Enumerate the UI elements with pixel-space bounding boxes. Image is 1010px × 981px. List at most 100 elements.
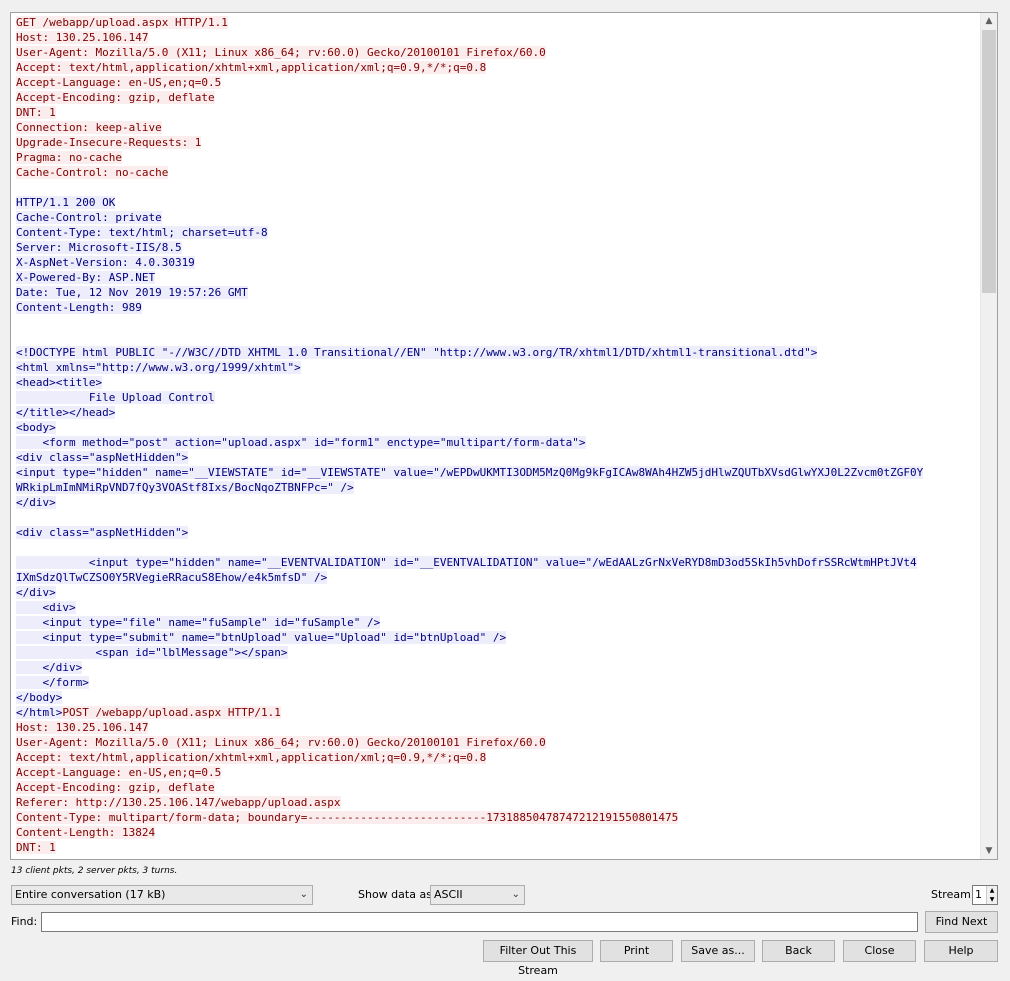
- stream-line: [16, 510, 978, 525]
- spin-up-icon[interactable]: ▲: [986, 886, 997, 895]
- stream-line-text: <span id="lblMessage"></span>: [16, 646, 288, 659]
- stream-line-text: Upgrade-Insecure-Requests: 1: [16, 136, 202, 149]
- scroll-down-icon[interactable]: ▼: [981, 843, 997, 859]
- stream-number-value: 1: [975, 888, 982, 901]
- stream-line: Referer: http://130.25.106.147/webapp/up…: [16, 795, 978, 810]
- stream-line: Upgrade-Insecure-Requests: 1: [16, 135, 978, 150]
- stream-line-server-part: </html>: [16, 706, 63, 719]
- conversation-select[interactable]: Entire conversation (17 kB) ⌄: [11, 885, 313, 905]
- stream-line: </title></head>: [16, 405, 978, 420]
- find-next-button[interactable]: Find Next: [925, 911, 998, 933]
- print-button[interactable]: Print: [600, 940, 673, 962]
- chevron-down-icon: ⌄: [299, 889, 308, 900]
- scroll-up-icon[interactable]: ▲: [981, 13, 997, 29]
- stream-line: WRkipLmImNMiRpVND7fQy3VOAStf8Ixs/BocNqoZ…: [16, 480, 978, 495]
- stream-line: Accept-Encoding: gzip, deflate: [16, 780, 978, 795]
- find-input[interactable]: [41, 912, 918, 932]
- stream-line-text: <input type="hidden" name="__VIEWSTATE" …: [16, 466, 924, 479]
- stream-line-text: File Upload Control: [16, 391, 215, 404]
- stream-line-text: </div>: [16, 586, 56, 599]
- chevron-down-icon: ⌄: [511, 889, 520, 900]
- stream-line: Accept-Encoding: gzip, deflate: [16, 90, 978, 105]
- stream-line-text: </body>: [16, 691, 63, 704]
- stream-line-text: WRkipLmImNMiRpVND7fQy3VOAStf8Ixs/BocNqoZ…: [16, 481, 354, 494]
- stream-line: Content-Type: text/html; charset=utf-8: [16, 225, 978, 240]
- save-as-button[interactable]: Save as...: [681, 940, 755, 962]
- stream-line-text: Server: Microsoft-IIS/8.5: [16, 241, 182, 254]
- stream-line-text: <body>: [16, 421, 56, 434]
- stream-content-pane[interactable]: GET /webapp/upload.aspx HTTP/1.1 Host: 13…: [10, 12, 998, 860]
- stream-line-text: HTTP/1.1 200 OK: [16, 196, 116, 209]
- stream-line-text: User-Agent: Mozilla/5.0 (X11; Linux x86_…: [16, 736, 546, 749]
- stream-line-text: Referer: http://130.25.106.147/webapp/up…: [16, 796, 341, 809]
- stream-line: Cache-Control: private: [16, 210, 978, 225]
- back-button[interactable]: Back: [762, 940, 835, 962]
- stream-line-text: <div class="aspNetHidden">: [16, 451, 189, 464]
- stream-line: Content-Type: multipart/form-data; bound…: [16, 810, 978, 825]
- stream-line: <head><title>: [16, 375, 978, 390]
- stream-line-text: GET /webapp/upload.aspx HTTP/1.1: [16, 16, 228, 29]
- stream-line: </div>: [16, 495, 978, 510]
- stream-line-text: Cache-Control: no-cache: [16, 166, 169, 179]
- vertical-scrollbar[interactable]: ▲ ▼: [980, 13, 997, 859]
- stream-line: [16, 330, 978, 345]
- stream-line: Accept: text/html,application/xhtml+xml,…: [16, 60, 978, 75]
- stream-line-text: <input type="hidden" name="__EVENTVALIDA…: [16, 556, 917, 569]
- stream-line-text: Accept: text/html,application/xhtml+xml,…: [16, 751, 487, 764]
- filter-out-stream-button[interactable]: Filter Out This Stream: [483, 940, 593, 977]
- stream-line: [16, 180, 978, 195]
- stream-line: Content-Length: 989: [16, 300, 978, 315]
- stream-line-text: <input type="file" name="fuSample" id="f…: [16, 616, 381, 629]
- stream-line-text: DNT: 1: [16, 106, 56, 119]
- stream-line: User-Agent: Mozilla/5.0 (X11; Linux x86_…: [16, 45, 978, 60]
- stream-line: Host: 130.25.106.147: [16, 720, 978, 735]
- stream-line-text: Content-Type: multipart/form-data; bound…: [16, 811, 679, 824]
- stream-line-text: <div>: [16, 601, 76, 614]
- scroll-thumb[interactable]: [982, 30, 996, 293]
- stream-line-text: Accept-Encoding: gzip, deflate: [16, 781, 215, 794]
- stream-line: <input type="hidden" name="__VIEWSTATE" …: [16, 465, 978, 480]
- stream-line: <html xmlns="http://www.w3.org/1999/xhtm…: [16, 360, 978, 375]
- stream-line: </body>: [16, 690, 978, 705]
- stream-line-text: Accept-Encoding: gzip, deflate: [16, 91, 215, 104]
- find-label: Find:: [11, 915, 38, 928]
- stream-line: User-Agent: Mozilla/5.0 (X11; Linux x86_…: [16, 735, 978, 750]
- stream-line-text: <form method="post" action="upload.aspx"…: [16, 436, 586, 449]
- stream-line: File Upload Control: [16, 390, 978, 405]
- stream-line-text: </div>: [16, 661, 83, 674]
- stream-number-spinner[interactable]: 1 ▲ ▼: [972, 885, 998, 905]
- stream-line-text: IXmSdzQlTwCZSO0Y5RVegieRRacuS8Ehow/e4k5m…: [16, 571, 328, 584]
- stream-line: Content-Length: 13824: [16, 825, 978, 840]
- stream-line-text: Date: Tue, 12 Nov 2019 19:57:26 GMT: [16, 286, 248, 299]
- stream-line: <span id="lblMessage"></span>: [16, 645, 978, 660]
- stream-label: Stream: [931, 888, 971, 901]
- stream-line: <div class="aspNetHidden">: [16, 525, 978, 540]
- stream-line: Pragma: no-cache: [16, 150, 978, 165]
- stream-line-text: <!DOCTYPE html PUBLIC "-//W3C//DTD XHTML…: [16, 346, 818, 359]
- stream-line-text: Cache-Control: private: [16, 211, 162, 224]
- stream-line: Cache-Control: no-cache: [16, 165, 978, 180]
- stream-line: Accept-Language: en-US,en;q=0.5: [16, 765, 978, 780]
- stream-line: <!DOCTYPE html PUBLIC "-//W3C//DTD XHTML…: [16, 345, 978, 360]
- stream-line-text: User-Agent: Mozilla/5.0 (X11; Linux x86_…: [16, 46, 546, 59]
- spin-down-icon[interactable]: ▼: [986, 895, 997, 904]
- stream-line: [16, 540, 978, 555]
- stream-line-text: Accept-Language: en-US,en;q=0.5: [16, 766, 222, 779]
- stream-line: X-Powered-By: ASP.NET: [16, 270, 978, 285]
- stream-line: </div>: [16, 660, 978, 675]
- stream-line: <input type="submit" name="btnUpload" va…: [16, 630, 978, 645]
- stream-line: Accept-Language: en-US,en;q=0.5: [16, 75, 978, 90]
- stream-line: DNT: 1: [16, 105, 978, 120]
- packet-stats: 13 client pkts, 2 server pkts, 3 turns.: [11, 866, 178, 876]
- help-button[interactable]: Help: [924, 940, 998, 962]
- stream-line: Host: 130.25.106.147: [16, 30, 978, 45]
- show-data-select[interactable]: ASCII ⌄: [430, 885, 525, 905]
- stream-line: <div>: [16, 600, 978, 615]
- stream-line-text: </form>: [16, 676, 89, 689]
- stream-line-text: </div>: [16, 496, 56, 509]
- stream-line: Server: Microsoft-IIS/8.5: [16, 240, 978, 255]
- stream-line: <body>: [16, 420, 978, 435]
- stream-line-text: </title></head>: [16, 406, 116, 419]
- stream-line-text: Accept-Language: en-US,en;q=0.5: [16, 76, 222, 89]
- close-button[interactable]: Close: [843, 940, 916, 962]
